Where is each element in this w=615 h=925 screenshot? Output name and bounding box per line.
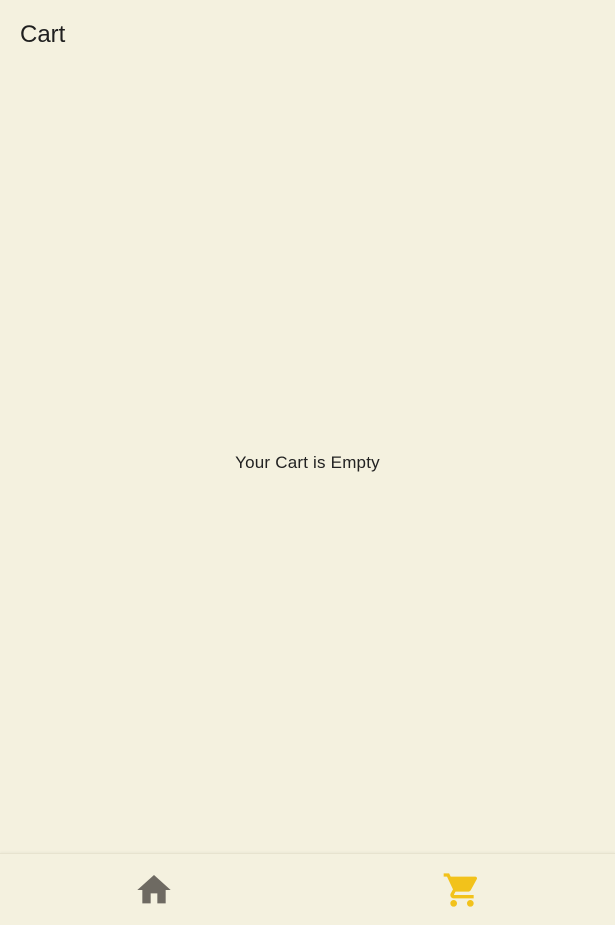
shopping-cart-icon <box>443 872 477 907</box>
page-title: Cart <box>20 21 66 48</box>
nav-home-button[interactable] <box>0 854 307 925</box>
bottom-navigation <box>0 853 615 925</box>
home-icon <box>136 874 171 903</box>
app-header: Cart <box>0 0 615 70</box>
nav-cart-button[interactable] <box>308 854 615 925</box>
cart-content: Your Cart is Empty <box>0 70 615 853</box>
empty-cart-message: Your Cart is Empty <box>235 453 380 472</box>
